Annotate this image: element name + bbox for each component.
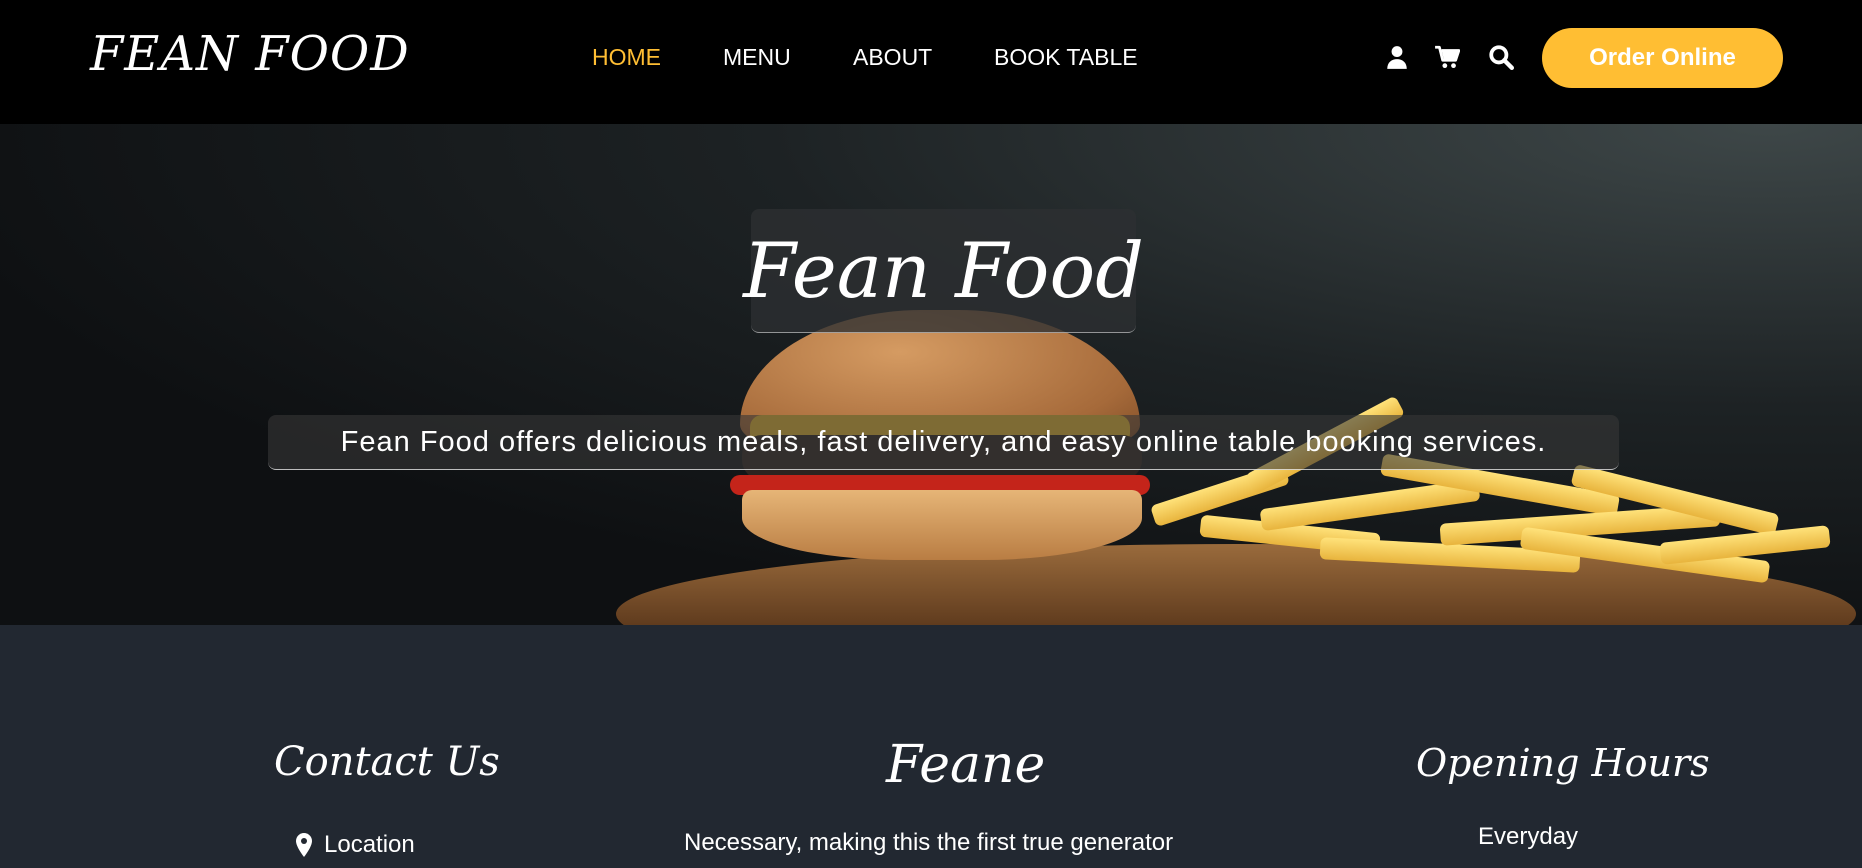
hours-heading: Opening Hours [1416, 741, 1710, 785]
hero-description-box: Fean Food offers delicious meals, fast d… [268, 415, 1619, 470]
nav-about[interactable]: ABOUT [853, 44, 932, 71]
hero-title-box: Fean Food [743, 209, 1144, 333]
nav-home[interactable]: HOME [592, 44, 661, 71]
site-header: FEAN FOOD HOME MENU ABOUT BOOK TABLE Ord… [0, 0, 1862, 124]
contact-heading: Contact Us [274, 739, 500, 785]
about-heading: Feane [886, 735, 1046, 795]
order-online-button[interactable]: Order Online [1542, 28, 1783, 88]
hero-title: Fean Food [743, 226, 1144, 315]
nav-menu[interactable]: MENU [723, 44, 791, 71]
cart-icon[interactable] [1434, 44, 1460, 70]
nav-book-table[interactable]: BOOK TABLE [994, 44, 1138, 71]
hero-section: Fean Food Fean Food offers delicious mea… [0, 124, 1862, 625]
search-icon[interactable] [1488, 44, 1514, 70]
hero-description: Fean Food offers delicious meals, fast d… [340, 425, 1547, 458]
location-link[interactable]: Location [296, 831, 415, 859]
location-label: Location [324, 831, 415, 858]
site-footer: Contact Us Location Feane Necessary, mak… [0, 625, 1862, 868]
brand-logo[interactable]: FEAN FOOD [90, 26, 410, 82]
about-text: Necessary, making this the first true ge… [684, 829, 1174, 856]
location-pin-icon [296, 833, 312, 857]
hours-text: Everyday [1478, 823, 1579, 850]
user-icon[interactable] [1384, 44, 1410, 70]
